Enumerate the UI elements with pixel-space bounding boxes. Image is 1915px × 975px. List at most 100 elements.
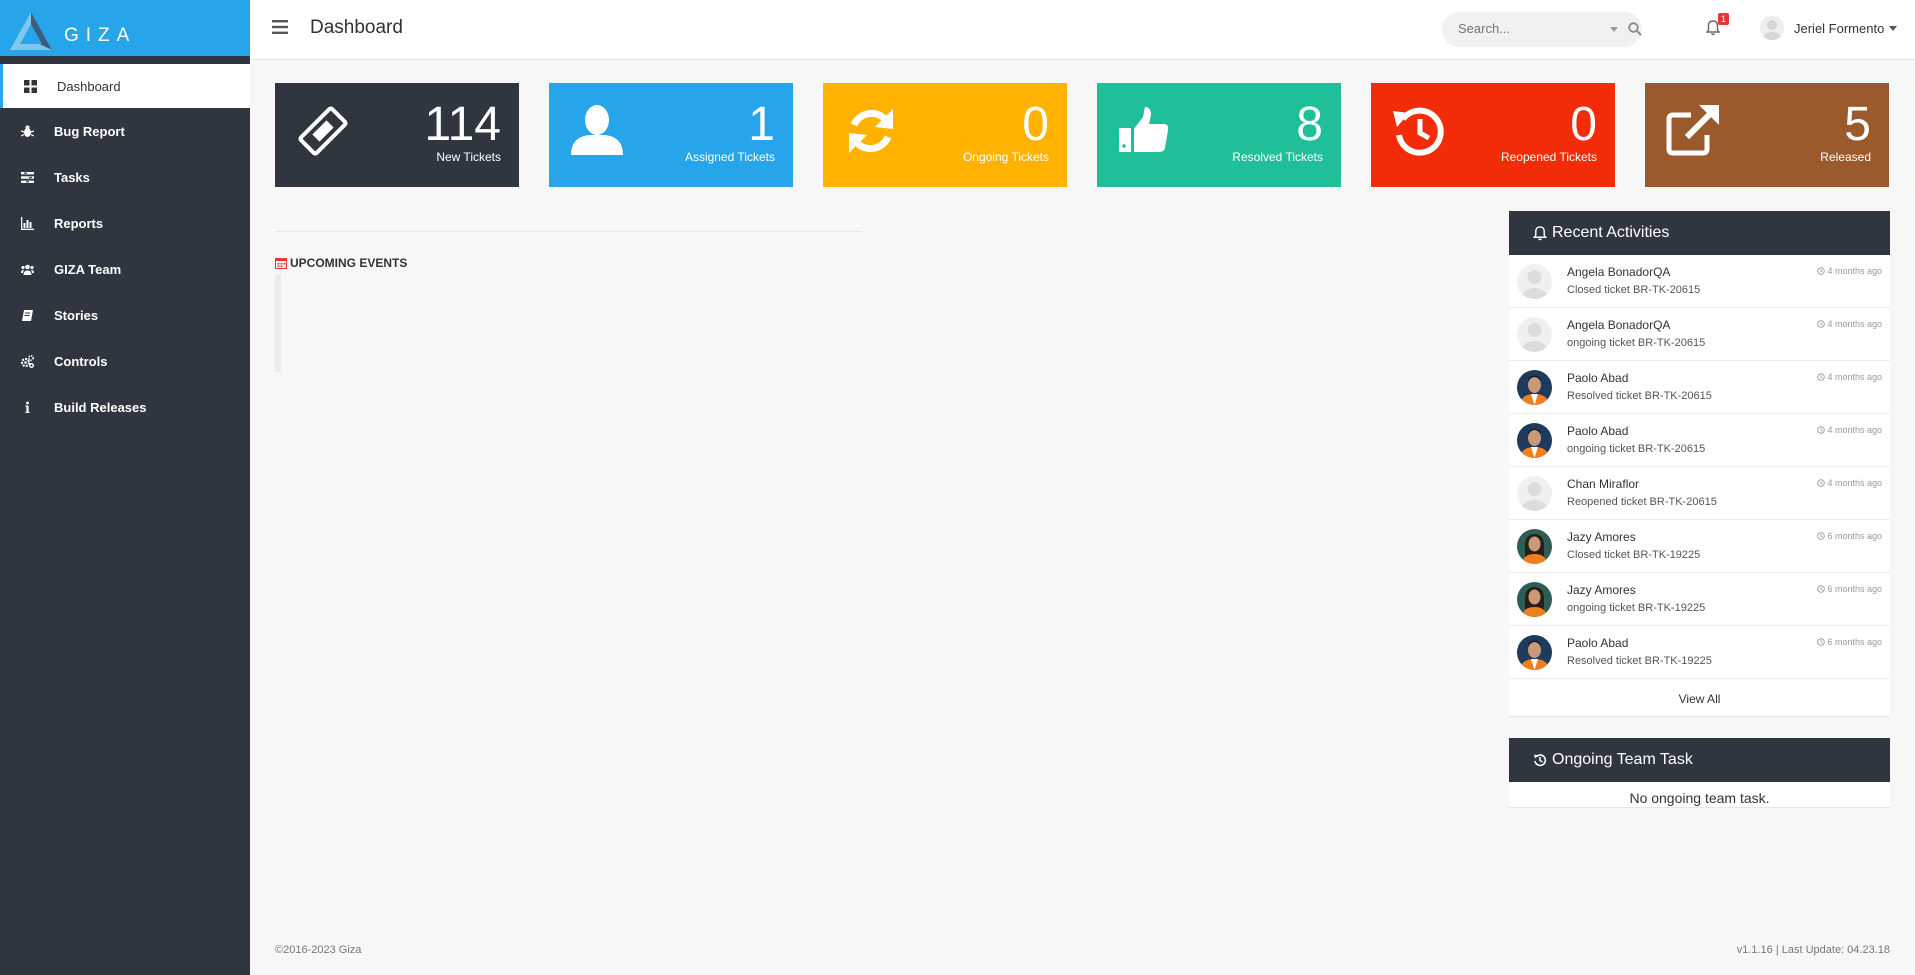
clock-icon [1817,638,1826,646]
activity-item[interactable]: Paolo Abad Resolved ticket BR-TK-19225 6 m… [1509,626,1890,679]
bell-icon [1533,225,1547,240]
stat-value: 8 [1296,98,1323,151]
activity-item[interactable]: Chan Miraflor Reopened ticket BR-TK-20615… [1509,467,1890,520]
avatar [1517,476,1552,511]
activity-description: Resolved ticket BR-TK-20615 [1567,390,1712,402]
footer-version: v1.1.16 | Last Update: 04.23.18 [1736,944,1890,956]
stat-card-released[interactable]: 5 Released [1645,83,1889,187]
stat-card-resolved-tickets[interactable]: 8 Resolved Tickets [1097,83,1341,187]
stat-card-reopened-tickets[interactable]: 0 Reopened Tickets [1371,83,1615,187]
sidebar-item-label: Build Releases [54,399,147,415]
activity-time: 4 months ago [1817,266,1882,276]
clock-icon [1817,267,1826,275]
activity-time: 4 months ago [1817,425,1882,435]
avatar [1517,582,1552,617]
stat-card-ongoing-tickets[interactable]: 0 Ongoing Tickets [823,83,1067,187]
divider [275,231,862,232]
sidebar-item-stories[interactable]: Stories [0,292,250,338]
stat-label: New Tickets [436,150,501,164]
stat-value: 1 [748,98,775,151]
clock-icon [1817,532,1826,540]
sidebar-item-label: Tasks [54,169,90,185]
sidebar-item-label: Stories [54,307,99,323]
activity-item[interactable]: Jazy Amores ongoing ticket BR-TK-19225 6 m… [1509,573,1890,626]
sidebar-item-tasks[interactable]: Tasks [0,154,250,200]
activity-time-text: 4 months ago [1827,266,1882,276]
users-icon [0,263,54,276]
activity-time-text: 6 months ago [1827,637,1882,647]
avatar [1517,635,1552,670]
activity-time: 4 months ago [1817,319,1882,329]
sidebar-item-bug-report[interactable]: Bug Report [0,108,250,154]
activity-time: 6 months ago [1817,637,1882,647]
recent-activities-title: Recent Activities [1552,224,1670,241]
avatar [1517,423,1552,458]
activity-time: 6 months ago [1817,584,1882,594]
avatar [1517,529,1552,564]
refresh-icon [849,109,893,153]
avatar [1517,370,1552,405]
activity-user: Paolo Abad [1567,371,1629,385]
bug-icon [0,125,54,138]
avatar [1760,16,1784,40]
sidebar-item-label: Reports [54,215,104,231]
activity-item[interactable]: Paolo Abad ongoing ticket BR-TK-20615 4 mo… [1509,414,1890,467]
activity-description: Closed ticket BR-TK-19225 [1567,549,1701,561]
ongoing-team-task-empty: No ongoing team task. [1509,782,1890,808]
history-icon [1534,754,1547,767]
stat-card-assigned-tickets[interactable]: 1 Assigned Tickets [549,83,793,187]
stat-label: Ongoing Tickets [962,150,1049,164]
brand-name: GIZA [64,25,137,46]
activity-description: ongoing ticket BR-TK-19225 [1567,602,1706,614]
sidebar-item-label: Controls [54,353,108,369]
activity-user: Angela BonadorQA [1567,265,1671,279]
stat-label: Resolved Tickets [1232,150,1323,164]
avatar [1517,317,1552,352]
dashboard-icon [3,79,57,93]
sidebar-item-reports[interactable]: Reports [0,200,250,246]
clock-icon [1817,426,1826,434]
search-icon[interactable] [1628,22,1642,36]
sidebar-item-build-releases[interactable]: Build Releases [0,384,250,430]
sidebar: GIZA Dashboard Bug Report Tasks Reports [0,0,250,975]
activity-user: Paolo Abad [1567,424,1629,438]
search-dropdown-icon[interactable] [1610,27,1618,32]
sidebar-item-label: Dashboard [57,78,121,94]
activity-description: Closed ticket BR-TK-20615 [1567,284,1701,296]
recent-activities-list: Angela BonadorQA Closed ticket BR-TK-2061… [1509,255,1890,717]
sidebar-item-label: Bug Report [54,123,125,139]
ongoing-team-task-title: Ongoing Team Task [1552,751,1693,768]
view-all-link[interactable]: View All [1509,679,1890,718]
sidebar-item-giza-team[interactable]: GIZA Team [0,246,250,292]
top-bar: Dashboard 1 Jeriel Formento [250,0,1915,60]
menu-toggle-icon[interactable] [272,20,288,34]
activity-item[interactable]: Angela BonadorQA Closed ticket BR-TK-2061… [1509,255,1890,308]
activity-description: ongoing ticket BR-TK-20615 [1567,443,1706,455]
search-input[interactable] [1458,21,1588,36]
activity-time-text: 4 months ago [1827,319,1882,329]
stat-label: Reopened Tickets [1500,150,1597,164]
activity-item[interactable]: Jazy Amores Closed ticket BR-TK-19225 6 mo… [1509,520,1890,573]
sidebar-item-label: GIZA Team [54,261,122,277]
activity-time: 4 months ago [1817,478,1882,488]
calendar-icon [275,258,287,269]
cogs-icon [0,354,54,368]
activity-time-text: 4 months ago [1827,478,1882,488]
activity-item[interactable]: Paolo Abad Resolved ticket BR-TK-20615 4 m… [1509,361,1890,414]
page-title: Dashboard [310,17,403,38]
sidebar-item-dashboard[interactable]: Dashboard [0,64,250,108]
events-list [275,274,281,372]
history-icon [1393,107,1444,156]
brand[interactable]: GIZA [0,0,250,60]
user-menu[interactable]: Jeriel Formento [1760,16,1898,40]
activity-user: Angela BonadorQA [1567,318,1671,332]
upcoming-events-title: UPCOMING EVENTS [290,256,408,270]
activity-time-text: 6 months ago [1827,531,1882,541]
stat-card-new-tickets[interactable]: 114 New Tickets [275,83,519,187]
activity-item[interactable]: Angela BonadorQA ongoing ticket BR-TK-206… [1509,308,1890,361]
sidebar-item-controls[interactable]: Controls [0,338,250,384]
activity-user: Paolo Abad [1567,636,1629,650]
ticket-icon [298,106,348,156]
external-link-icon [1666,105,1719,156]
ongoing-team-task-header: Ongoing Team Task [1509,738,1890,782]
